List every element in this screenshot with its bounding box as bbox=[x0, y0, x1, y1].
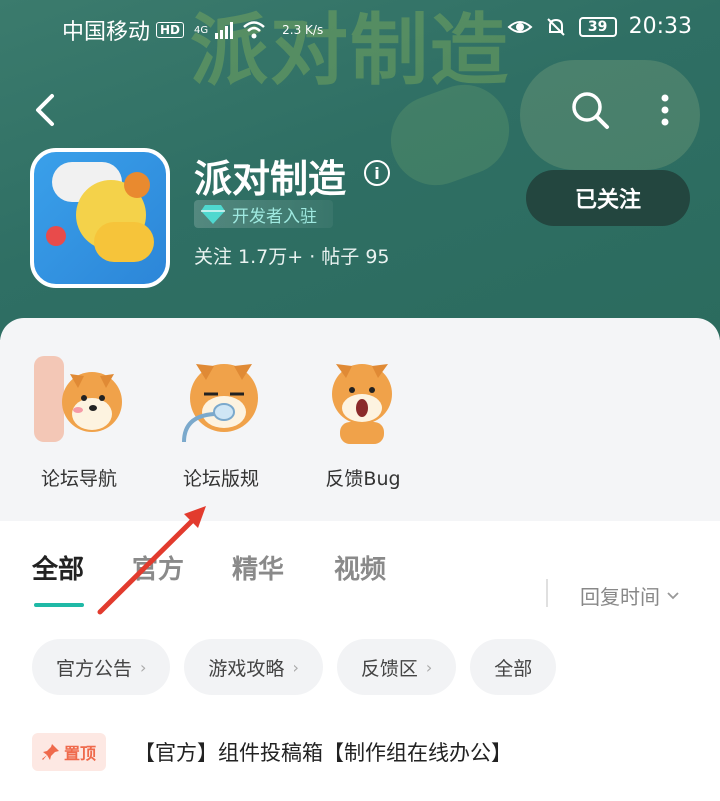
network-speed: 2.3 K/s bbox=[282, 23, 324, 37]
back-button[interactable] bbox=[28, 88, 68, 132]
pin-icon bbox=[42, 744, 59, 760]
chip-label: 反馈区 bbox=[360, 657, 418, 680]
status-bar: 中国移动 HD 4G 2.3 K/s 39 20:33 bbox=[0, 0, 720, 56]
signal-icon bbox=[215, 22, 234, 39]
chip-label: 游戏攻略 bbox=[208, 657, 285, 680]
shortcut-forum-nav[interactable]: 论坛导航 bbox=[14, 354, 144, 494]
network-type-label: 4G bbox=[194, 24, 209, 36]
filter-chips: 官方公告 › 游戏攻略 › 反馈区 › 全部 bbox=[32, 639, 557, 695]
doge-shocked-icon bbox=[332, 364, 392, 444]
forum-panel: 论坛导航 论坛版规 反馈Bug 全部 官方 精华 视频 回复时间 官方公告 › … bbox=[0, 318, 720, 801]
chevron-right-icon: › bbox=[140, 657, 147, 677]
chip-official-announcement[interactable]: 官方公告 › bbox=[32, 639, 171, 695]
search-button[interactable] bbox=[568, 88, 612, 132]
tab-divider bbox=[546, 579, 548, 607]
active-tab-indicator bbox=[34, 603, 84, 607]
game-app-icon bbox=[30, 148, 170, 288]
chip-label: 官方公告 bbox=[56, 657, 133, 680]
chip-label: 全部 bbox=[494, 657, 533, 680]
wifi-icon bbox=[243, 21, 265, 39]
doge-hug-icon bbox=[34, 356, 122, 442]
battery-indicator: 39 bbox=[578, 16, 617, 37]
follow-button[interactable]: 已关注 bbox=[526, 170, 690, 226]
developer-badge: 开发者入驻 bbox=[194, 200, 333, 228]
category-tabs: 全部 官方 精华 视频 回复时间 bbox=[0, 549, 720, 609]
hd-icon: HD bbox=[156, 22, 185, 38]
chevron-left-icon bbox=[36, 94, 54, 126]
clock: 20:33 bbox=[628, 14, 692, 39]
chip-feedback[interactable]: 反馈区 › bbox=[336, 639, 457, 695]
tab-official[interactable]: 官方 bbox=[132, 549, 184, 586]
top-toolbar bbox=[0, 80, 720, 140]
shortcut-feedback-bug[interactable]: 反馈Bug bbox=[298, 354, 428, 494]
page-title: 派对制造 bbox=[194, 157, 347, 201]
chip-game-guide[interactable]: 游戏攻略 › bbox=[184, 639, 323, 695]
shortcut-label: 反馈Bug bbox=[325, 468, 401, 490]
pinned-badge-label: 置顶 bbox=[64, 744, 97, 763]
tab-video[interactable]: 视频 bbox=[334, 549, 386, 586]
sort-label: 回复时间 bbox=[580, 585, 660, 609]
app-header: 派对制造 中国移动 HD 4G 2.3 K/s 39 20:33 派对制造 i … bbox=[0, 0, 720, 340]
search-icon bbox=[572, 92, 609, 129]
chevron-right-icon: › bbox=[292, 657, 299, 677]
chevron-down-icon bbox=[667, 591, 679, 599]
shortcut-label: 论坛导航 bbox=[40, 468, 117, 490]
doge-oxygen-icon bbox=[182, 364, 258, 443]
shortcut-label: 论坛版规 bbox=[182, 468, 259, 490]
tab-featured[interactable]: 精华 bbox=[232, 549, 284, 586]
post-feed: 全部 官方 精华 视频 回复时间 官方公告 › 游戏攻略 › 反馈区 › 全部 … bbox=[0, 521, 720, 801]
pinned-post[interactable]: 置顶 【官方】组件投稿箱【制作组在线办公】 bbox=[32, 733, 512, 771]
eye-icon bbox=[507, 20, 533, 33]
shortcut-forum-rules[interactable]: 论坛版规 bbox=[156, 354, 286, 494]
shortcut-row: 论坛导航 论坛版规 反馈Bug bbox=[0, 318, 720, 521]
more-options-button[interactable] bbox=[650, 88, 680, 132]
tab-all[interactable]: 全部 bbox=[32, 549, 84, 586]
chevron-right-icon: › bbox=[425, 657, 433, 677]
carrier-label: 中国移动 bbox=[62, 20, 151, 45]
info-icon[interactable]: i bbox=[364, 160, 390, 186]
more-vertical-icon bbox=[661, 94, 669, 126]
mute-bell-icon bbox=[546, 17, 565, 36]
post-title[interactable]: 【官方】组件投稿箱【制作组在线办公】 bbox=[134, 737, 512, 767]
pinned-badge: 置顶 bbox=[32, 733, 107, 771]
sort-dropdown[interactable]: 回复时间 bbox=[580, 581, 680, 610]
chip-all[interactable]: 全部 bbox=[470, 639, 557, 695]
forum-stats: 关注 1.7万+ · 帖子 95 bbox=[194, 246, 390, 268]
developer-badge-label: 开发者入驻 bbox=[232, 206, 317, 227]
diamond-icon bbox=[201, 205, 225, 224]
